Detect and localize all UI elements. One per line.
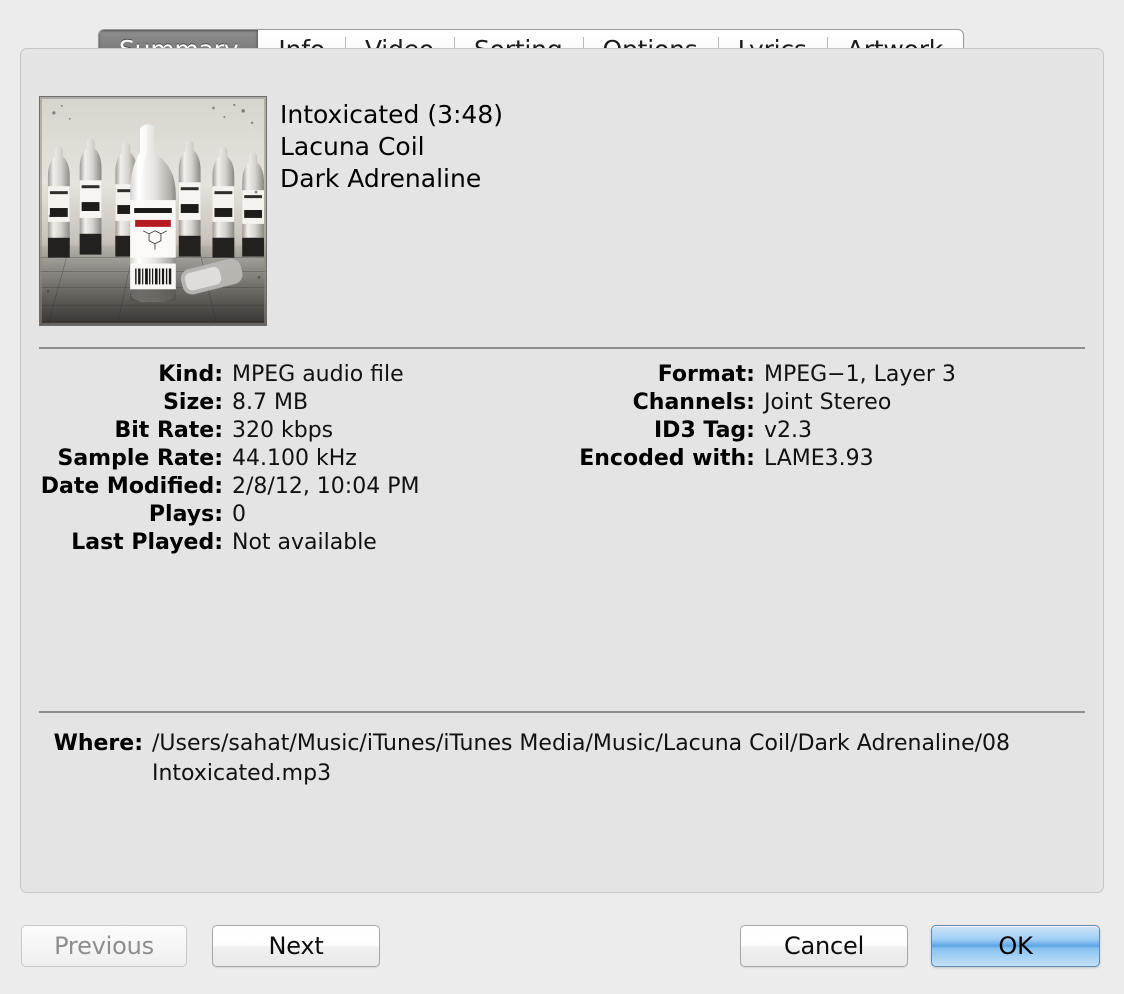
kind-label: Kind: [158,362,223,387]
encoded-with-label: Encoded with: [579,446,755,471]
date-modified-value: 2/8/12, 10:04 PM [232,474,420,499]
separator-top [39,347,1085,349]
format-value: MPEG−1, Layer 3 [763,362,956,387]
metadata-row-format: Format: MPEG−1, Layer 3 [573,362,1103,390]
metadata-row-id3-tag: ID3 Tag: v2.3 [573,418,1103,446]
separator-bottom [39,711,1085,713]
sample-rate-value: 44.100 kHz [232,446,357,471]
metadata-row-kind: Kind: MPEG audio file [21,362,573,390]
dialog-button-bar: Previous Next Cancel OK [0,925,1124,975]
ok-button[interactable]: OK [931,925,1100,967]
where-label: Where: [53,731,143,756]
channels-label: Channels: [632,390,755,415]
sample-rate-label: Sample Rate: [57,446,223,471]
track-album: Dark Adrenaline [280,164,482,193]
where-section: Where: /Users/sahat/Music/iTunes/iTunes … [39,729,1085,789]
where-value: /Users/sahat/Music/iTunes/iTunes Media/M… [152,731,1011,786]
album-artwork-image [40,97,266,325]
ok-button-label: OK [998,932,1033,960]
id3-tag-value: v2.3 [763,418,812,443]
previous-button-label: Previous [54,932,154,960]
channels-value: Joint Stereo [763,390,892,415]
metadata-row-channels: Channels: Joint Stereo [573,390,1103,418]
cancel-button[interactable]: Cancel [740,925,908,967]
summary-panel: Intoxicated (3:48) Lacuna Coil Dark Adre… [20,48,1104,893]
track-artist: Lacuna Coil [280,132,425,161]
next-button[interactable]: Next [212,925,380,967]
metadata-row-encoded-with: Encoded with: LAME3.93 [573,446,1103,474]
metadata-row-bit-rate: Bit Rate: 320 kbps [21,418,573,446]
album-artwork[interactable] [39,96,267,326]
id3-tag-label: ID3 Tag: [654,418,755,443]
date-modified-label: Date Modified: [40,474,223,499]
metadata-row-date-modified: Date Modified: 2/8/12, 10:04 PM [21,474,573,502]
last-played-value: Not available [232,530,377,555]
track-titles: Intoxicated (3:48) Lacuna Coil Dark Adre… [280,96,503,195]
track-title: Intoxicated (3:48) [280,100,503,129]
bit-rate-value: 320 kbps [232,418,334,443]
metadata-row-size: Size: 8.7 MB [21,390,573,418]
cancel-button-label: Cancel [783,932,865,960]
metadata-section: Kind: MPEG audio file Size: 8.7 MB Bit R… [21,362,1103,558]
encoded-with-value: LAME3.93 [763,446,874,471]
kind-value: MPEG audio file [232,362,404,387]
metadata-row-plays: Plays: 0 [21,502,573,530]
bit-rate-label: Bit Rate: [114,418,223,443]
format-label: Format: [657,362,755,387]
metadata-column-right: Format: MPEG−1, Layer 3 Channels: Joint … [573,362,1103,558]
next-button-label: Next [268,932,324,960]
plays-value: 0 [232,502,246,527]
metadata-row-last-played: Last Played: Not available [21,530,573,558]
metadata-column-left: Kind: MPEG audio file Size: 8.7 MB Bit R… [21,362,573,558]
last-played-label: Last Played: [71,530,223,555]
metadata-row-sample-rate: Sample Rate: 44.100 kHz [21,446,573,474]
size-value: 8.7 MB [232,390,309,415]
plays-label: Plays: [148,502,223,527]
size-label: Size: [163,390,223,415]
previous-button[interactable]: Previous [21,925,187,967]
track-header: Intoxicated (3:48) Lacuna Coil Dark Adre… [39,96,503,326]
